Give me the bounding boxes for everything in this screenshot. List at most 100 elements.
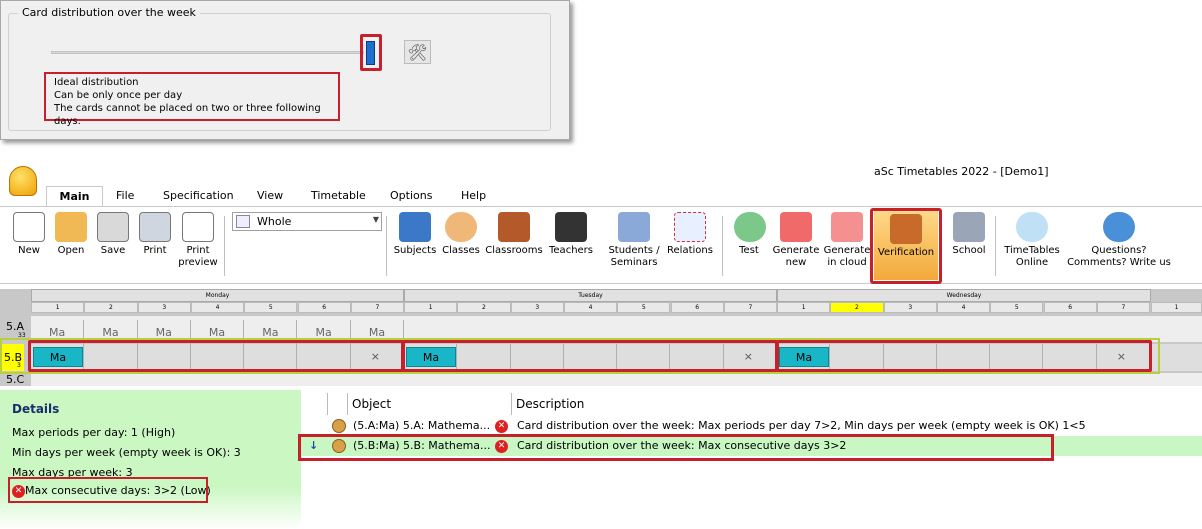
school-button[interactable]: School	[949, 212, 989, 257]
period-header: 7	[350, 302, 405, 313]
menu-bar: Main File Specification View Timetable O…	[0, 186, 1202, 208]
verification-list: Object Description (5.A:Ma) 5.A: Mathema…	[301, 393, 1202, 529]
menu-file[interactable]: File	[116, 189, 134, 202]
classes-icon	[445, 212, 477, 242]
period-header: 2	[457, 302, 511, 313]
ribbon-buttons: New Open Save Print Print preview Subjec…	[0, 206, 1202, 284]
new-label: New	[18, 245, 40, 256]
test-button[interactable]: Test	[734, 212, 766, 257]
selected-row-highlight	[298, 434, 1054, 461]
row-selection-outline	[0, 338, 1160, 374]
row-label: 5.C	[6, 375, 25, 386]
teachers-button[interactable]: Teachers	[546, 212, 596, 257]
menu-timetable[interactable]: Timetable	[311, 189, 366, 202]
distribution-slider-thumb[interactable]	[366, 41, 375, 65]
question-icon	[1103, 212, 1135, 242]
period-header: 4	[936, 302, 991, 313]
print-preview-icon	[182, 212, 214, 242]
period-header: 6	[297, 302, 351, 313]
period-header: 4	[190, 302, 245, 313]
period-header: 1	[31, 302, 85, 313]
questions-label: Questions? Comments? Write us	[1067, 245, 1171, 268]
column-header-description[interactable]: Description	[511, 393, 1202, 415]
row-object: (5.A:Ma) 5.A: Mathema...	[353, 419, 491, 432]
students-label: Students / Seminars	[608, 245, 660, 268]
day-header: Tuesday	[404, 289, 777, 302]
generate-new-label: Generate new	[772, 245, 820, 268]
separator	[995, 216, 996, 276]
detail-line: Min days per week (empty week is OK): 3	[12, 446, 241, 459]
distribution-description: Ideal distribution Can be only once per …	[44, 72, 340, 127]
save-button[interactable]: Save	[96, 212, 130, 257]
test-label: Test	[739, 245, 759, 256]
generate-cloud-label: Generate in cloud	[823, 245, 871, 268]
timetables-online-label: TimeTables Online	[1004, 245, 1060, 268]
relations-button[interactable]: Relations	[664, 212, 716, 257]
print-icon	[139, 212, 171, 242]
print-button[interactable]: Print	[138, 212, 172, 257]
column-header-object[interactable]: Object	[347, 393, 489, 415]
chevron-down-icon: ▼	[372, 215, 379, 224]
row-label-5c[interactable]: 5.C	[0, 375, 30, 386]
menu-view[interactable]: View	[257, 189, 283, 202]
person-icon	[332, 419, 346, 433]
period-header: 3	[137, 302, 191, 313]
save-icon	[97, 212, 129, 242]
view-select[interactable]: Whole ▼	[232, 212, 382, 231]
folder-icon	[55, 212, 87, 242]
period-header: 6	[670, 302, 724, 313]
subjects-button[interactable]: Subjects	[393, 212, 437, 257]
menu-help[interactable]: Help	[461, 189, 486, 202]
generate-new-button[interactable]: Generate new	[771, 212, 821, 269]
menu-options[interactable]: Options	[390, 189, 432, 202]
app-title: aSc Timetables 2022 - [Demo1]	[874, 165, 1049, 178]
period-header: 7	[723, 302, 778, 313]
relations-icon	[674, 212, 706, 242]
tab-main[interactable]: Main	[46, 186, 103, 208]
period-header: 3	[883, 302, 937, 313]
cloud-icon	[1016, 212, 1048, 242]
period-header: 5	[617, 302, 671, 313]
detail-line: Max periods per day: 1 (High)	[12, 426, 176, 439]
questions-button[interactable]: Questions? Comments? Write us	[1064, 212, 1174, 269]
print-preview-label: Print preview	[178, 245, 218, 268]
open-button[interactable]: Open	[52, 212, 90, 257]
new-button[interactable]: New	[12, 212, 46, 257]
separator	[386, 216, 387, 276]
distribution-slider-track[interactable]	[51, 51, 364, 54]
timetables-online-button[interactable]: TimeTables Online	[1002, 212, 1062, 269]
classes-button[interactable]: Classes	[440, 212, 482, 257]
row-label-5a[interactable]: 5.A 33	[0, 320, 30, 339]
classrooms-button[interactable]: Classrooms	[483, 212, 545, 257]
tools-icon[interactable]: 🛠	[404, 40, 431, 64]
print-label: Print	[143, 245, 167, 256]
students-button[interactable]: Students / Seminars	[606, 212, 662, 269]
period-header: 7	[1096, 302, 1151, 313]
calendar-icon	[236, 215, 250, 228]
period-header: 2	[84, 302, 138, 313]
menu-specification[interactable]: Specification	[163, 189, 234, 202]
siren-cloud-icon	[831, 212, 863, 242]
error-icon: ✕	[495, 420, 508, 433]
new-document-icon	[13, 212, 45, 242]
list-row[interactable]: (5.A:Ma) 5.A: Mathema... ✕ Card distribu…	[301, 416, 1202, 436]
school-icon	[953, 212, 985, 242]
print-preview-button[interactable]: Print preview	[176, 212, 220, 269]
subjects-label: Subjects	[393, 245, 437, 256]
period-header: 1	[1151, 302, 1202, 313]
error-highlight	[8, 477, 208, 503]
teacher-icon	[555, 212, 587, 242]
classes-label: Classes	[442, 245, 480, 256]
teachers-label: Teachers	[549, 245, 593, 256]
door-icon	[498, 212, 530, 242]
day-header: Monday	[31, 289, 404, 302]
check-icon	[734, 212, 766, 242]
students-icon	[618, 212, 650, 242]
separator	[224, 216, 225, 276]
period-header: 3	[510, 302, 564, 313]
save-label: Save	[100, 245, 126, 256]
generate-cloud-button[interactable]: Generate in cloud	[823, 212, 871, 269]
period-header: 5	[244, 302, 298, 313]
separator	[722, 216, 723, 276]
description-line: Ideal distribution	[54, 77, 139, 88]
